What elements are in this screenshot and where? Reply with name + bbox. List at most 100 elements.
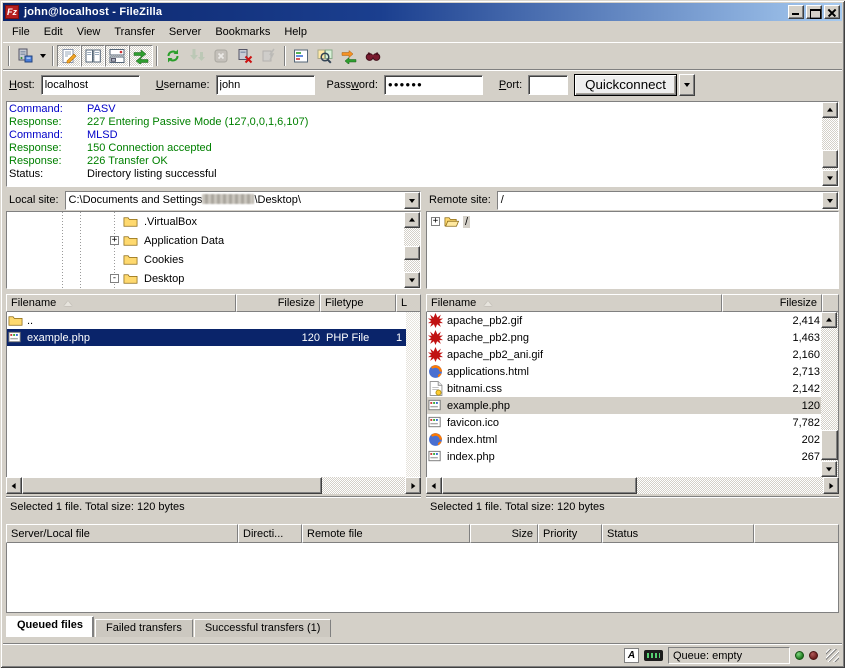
remote-list-vertical-scrollbar[interactable]	[821, 312, 838, 477]
remote-path-dropdown[interactable]	[822, 192, 838, 209]
file-row-parent-dir[interactable]: ..	[7, 312, 406, 329]
directory-listing-filters-button[interactable]	[289, 45, 313, 67]
expand-icon[interactable]: +	[110, 236, 119, 245]
remote-path[interactable]: /	[498, 192, 822, 209]
local-list-horizontal-scrollbar[interactable]	[6, 477, 421, 494]
queue-col-status[interactable]: Status	[602, 524, 754, 543]
site-manager-dropdown[interactable]	[37, 45, 49, 67]
close-button[interactable]	[824, 5, 840, 19]
file-row[interactable]: apache_pb2_ani.gif2,160	[427, 346, 821, 363]
tree-item-application-data[interactable]: + Application Data	[7, 231, 404, 250]
resize-grip[interactable]	[826, 649, 839, 662]
local-col-filetype[interactable]: Filetype	[320, 294, 396, 312]
tab-successful-transfers[interactable]: Successful transfers (1)	[194, 619, 332, 637]
file-row[interactable]: applications.html2,713	[427, 363, 821, 380]
local-path[interactable]: C:\Documents and Settings\Desktop\	[66, 192, 404, 209]
local-path-dropdown[interactable]	[404, 192, 420, 209]
tab-queued-files[interactable]: Queued files	[6, 616, 94, 637]
reconnect-button[interactable]	[257, 45, 281, 67]
disconnect-button[interactable]	[233, 45, 257, 67]
menu-view[interactable]: View	[70, 23, 108, 41]
menu-edit[interactable]: Edit	[37, 23, 70, 41]
speed-limits-icon[interactable]	[644, 650, 663, 661]
log-vertical-scrollbar[interactable]	[822, 102, 838, 186]
remote-list-horizontal-scrollbar[interactable]	[426, 477, 839, 494]
file-row[interactable]: apache_pb2.png1,463	[427, 329, 821, 346]
indicator-red-icon	[809, 651, 818, 660]
process-queue-icon	[189, 48, 205, 64]
file-row[interactable]: index.php267	[427, 448, 821, 465]
scroll-thumb[interactable]	[822, 150, 838, 168]
queue-col-size[interactable]: Size	[470, 524, 538, 543]
scroll-thumb[interactable]	[22, 477, 322, 494]
local-col-lastmodified[interactable]: L	[396, 294, 421, 312]
scroll-left-button[interactable]	[426, 477, 442, 494]
cancel-operation-button[interactable]	[209, 45, 233, 67]
file-row[interactable]: apache_pb2.gif2,414	[427, 312, 821, 329]
refresh-button[interactable]	[161, 45, 185, 67]
find-files-button[interactable]	[361, 45, 385, 67]
scroll-down-button[interactable]	[822, 170, 838, 186]
username-input[interactable]	[216, 75, 315, 95]
collapse-icon[interactable]: -	[110, 274, 119, 283]
cancel-icon	[213, 48, 229, 64]
local-tree-scrollbar[interactable]	[404, 212, 420, 288]
file-row[interactable]: index.html202	[427, 431, 821, 448]
local-site-combo[interactable]: C:\Documents and Settings\Desktop\	[65, 191, 421, 210]
tree-item-desktop[interactable]: - Desktop	[7, 269, 404, 288]
scroll-left-button[interactable]	[6, 477, 22, 494]
menu-file[interactable]: File	[5, 23, 37, 41]
file-row[interactable]: favicon.ico7,782	[427, 414, 821, 431]
menu-transfer[interactable]: Transfer	[107, 23, 162, 41]
scroll-up-button[interactable]	[404, 212, 420, 228]
queue-col-priority[interactable]: Priority	[538, 524, 602, 543]
tab-failed-transfers[interactable]: Failed transfers	[95, 619, 193, 637]
tree-item-virtualbox[interactable]: .VirtualBox	[7, 212, 404, 231]
tree-item-root[interactable]: + /	[427, 212, 838, 231]
toggle-remote-pane-button[interactable]	[105, 45, 129, 67]
scroll-thumb[interactable]	[821, 430, 838, 460]
menu-help[interactable]: Help	[277, 23, 314, 41]
scroll-right-button[interactable]	[823, 477, 839, 494]
host-input[interactable]	[41, 75, 140, 95]
quickconnect-dropdown[interactable]	[679, 74, 695, 96]
quickconnect-button[interactable]: Quickconnect	[574, 74, 677, 96]
queue-col-remote-file[interactable]: Remote file	[302, 524, 470, 543]
synchronized-browsing-button[interactable]	[337, 45, 361, 67]
port-input[interactable]	[528, 75, 568, 95]
file-row-example-php[interactable]: example.php 120 PHP File 1	[7, 329, 406, 346]
site-manager-button[interactable]	[13, 45, 37, 67]
transfer-datatype-icon[interactable]: A	[624, 648, 639, 663]
transfer-queue-list[interactable]	[6, 543, 839, 613]
toggle-message-log-button[interactable]	[57, 45, 81, 67]
local-col-filesize[interactable]: Filesize	[236, 294, 320, 312]
remote-col-filename[interactable]: Filename	[426, 294, 722, 312]
toggle-local-pane-button[interactable]	[81, 45, 105, 67]
process-queue-button[interactable]	[185, 45, 209, 67]
toggle-transfer-queue-button[interactable]	[129, 45, 153, 67]
file-row-selected[interactable]: example.php120	[427, 397, 821, 414]
scroll-down-button[interactable]	[821, 461, 837, 477]
menu-bookmarks[interactable]: Bookmarks	[208, 23, 277, 41]
file-row[interactable]: bitnami.css2,142	[427, 380, 821, 397]
maximize-button[interactable]	[806, 5, 822, 19]
scroll-down-button[interactable]	[404, 272, 420, 288]
scroll-up-button[interactable]	[822, 102, 838, 118]
queue-col-server-local-file[interactable]: Server/Local file	[6, 524, 238, 543]
local-col-filename[interactable]: Filename	[6, 294, 236, 312]
titlebar[interactable]: Fz john@localhost - FileZilla	[3, 3, 842, 21]
menu-server[interactable]: Server	[162, 23, 208, 41]
expand-icon[interactable]: +	[431, 217, 440, 226]
remote-col-filesize[interactable]: Filesize	[722, 294, 822, 312]
queue-col-direction[interactable]: Directi...	[238, 524, 302, 543]
scroll-thumb[interactable]	[442, 477, 637, 494]
remote-site-combo[interactable]: /	[497, 191, 839, 210]
scroll-up-button[interactable]	[821, 312, 837, 328]
scroll-thumb[interactable]	[404, 246, 420, 260]
scroll-right-button[interactable]	[405, 477, 421, 494]
minimize-button[interactable]	[788, 5, 804, 19]
password-input[interactable]	[384, 75, 483, 95]
tree-item-cookies[interactable]: Cookies	[7, 250, 404, 269]
remote-pane-icon	[109, 48, 125, 64]
directory-comparison-button[interactable]	[313, 45, 337, 67]
